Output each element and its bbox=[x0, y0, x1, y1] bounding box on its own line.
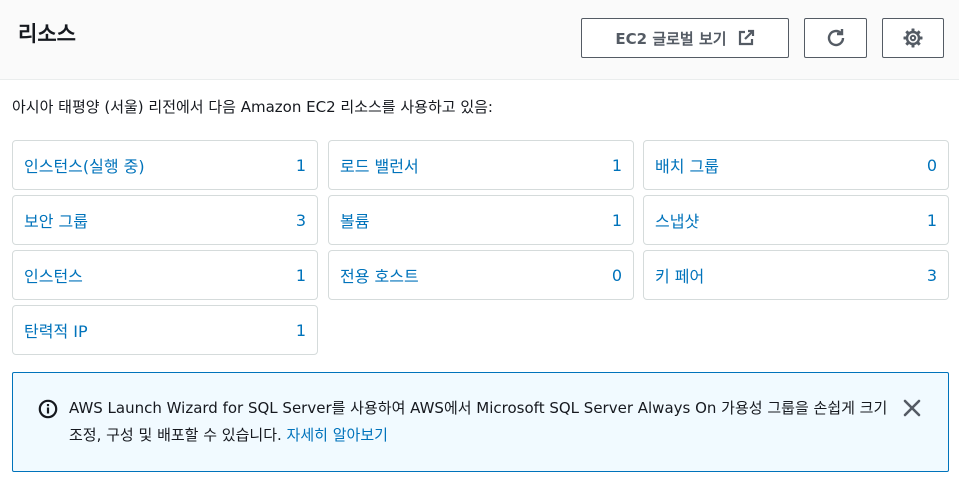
resource-count: 1 bbox=[611, 210, 622, 230]
gear-icon bbox=[902, 27, 924, 49]
resource-card-load-balancers[interactable]: 로드 밸런서 1 bbox=[328, 140, 634, 190]
resource-label: 보안 그룹 bbox=[24, 212, 88, 231]
flash-message: AWS Launch Wizard for SQL Server를 사용하여 A… bbox=[69, 395, 889, 449]
refresh-icon bbox=[825, 27, 847, 49]
resources-header: 리소스 EC2 글로벌 보기 bbox=[0, 0, 959, 80]
info-flash-banner: AWS Launch Wizard for SQL Server를 사용하여 A… bbox=[12, 372, 949, 472]
page-title: 리소스 bbox=[18, 22, 76, 46]
ec2-global-view-button[interactable]: EC2 글로벌 보기 bbox=[581, 18, 789, 58]
resources-description: 아시아 태평양 (서울) 리전에서 다음 Amazon EC2 리소스를 사용하… bbox=[12, 98, 493, 116]
resource-label: 인스턴스 bbox=[24, 267, 83, 286]
resource-count: 0 bbox=[926, 155, 937, 175]
resource-label: 로드 밸런서 bbox=[340, 157, 419, 176]
resource-count: 3 bbox=[926, 265, 937, 285]
resource-card-running-instances[interactable]: 인스턴스(실행 중) 1 bbox=[12, 140, 318, 190]
resource-card-security-groups[interactable]: 보안 그룹 3 bbox=[12, 195, 318, 245]
resource-card-dedicated-hosts[interactable]: 전용 호스트 0 bbox=[328, 250, 634, 300]
resource-label: 볼륨 bbox=[340, 212, 370, 231]
learn-more-link[interactable]: 자세히 알아보기 bbox=[287, 426, 388, 444]
settings-button[interactable] bbox=[882, 18, 944, 58]
resource-label: 전용 호스트 bbox=[340, 267, 419, 286]
resource-label: 탄력적 IP bbox=[24, 322, 88, 341]
resource-count: 1 bbox=[611, 155, 622, 175]
close-icon[interactable] bbox=[902, 398, 922, 422]
flash-message-text: AWS Launch Wizard for SQL Server를 사용하여 A… bbox=[69, 399, 888, 444]
ec2-global-view-label: EC2 글로벌 보기 bbox=[615, 29, 727, 48]
refresh-button[interactable] bbox=[804, 18, 867, 58]
resource-count: 1 bbox=[295, 155, 306, 175]
resource-card-snapshots[interactable]: 스냅샷 1 bbox=[643, 195, 949, 245]
resource-count: 3 bbox=[295, 210, 306, 230]
resource-card-placement-groups[interactable]: 배치 그룹 0 bbox=[643, 140, 949, 190]
info-icon bbox=[38, 399, 58, 423]
resource-count: 1 bbox=[926, 210, 937, 230]
external-link-icon bbox=[737, 29, 755, 47]
resource-count: 1 bbox=[295, 265, 306, 285]
resource-count: 1 bbox=[295, 320, 306, 340]
resource-card-instances[interactable]: 인스턴스 1 bbox=[12, 250, 318, 300]
resource-card-elastic-ips[interactable]: 탄력적 IP 1 bbox=[12, 305, 318, 355]
resource-card-volumes[interactable]: 볼륨 1 bbox=[328, 195, 634, 245]
resource-label: 키 페어 bbox=[655, 267, 705, 286]
resource-count: 0 bbox=[611, 265, 622, 285]
resource-label: 스냅샷 bbox=[655, 212, 700, 231]
resource-label: 인스턴스(실행 중) bbox=[24, 157, 145, 176]
resource-label: 배치 그룹 bbox=[655, 157, 719, 176]
resource-card-key-pairs[interactable]: 키 페어 3 bbox=[643, 250, 949, 300]
